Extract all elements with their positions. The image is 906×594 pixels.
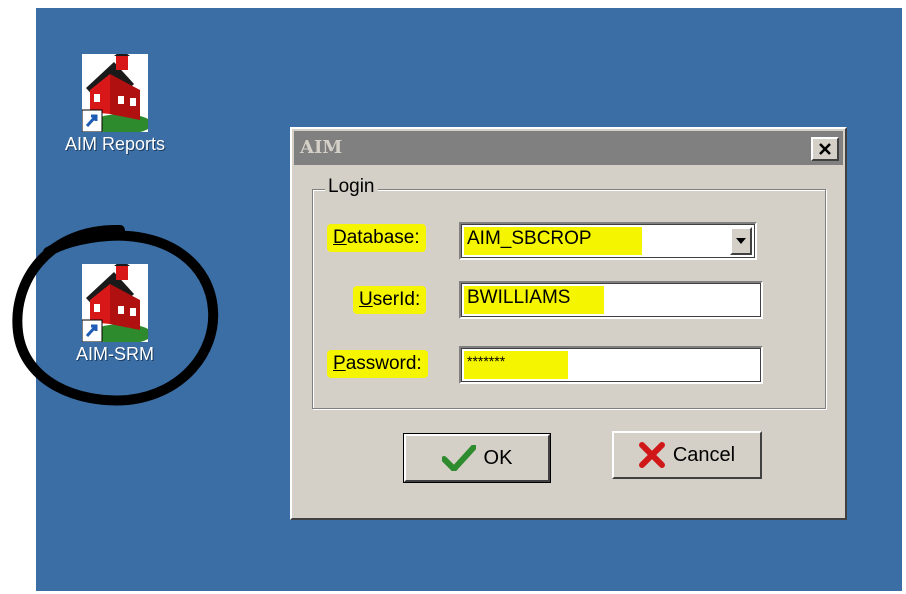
desktop-icon-label: AIM-SRM [76, 344, 154, 364]
checkmark-icon [441, 445, 476, 471]
desktop-icon-aim-srm[interactable]: AIM-SRM [50, 264, 180, 374]
login-groupbox: Login Database: AIM_SBCROP UserId: BWILL… [312, 176, 826, 409]
password-label: Password: [327, 350, 428, 378]
userid-label-text: serId: [372, 289, 421, 310]
dialog-titlebar[interactable]: AIM [294, 131, 843, 165]
cancel-button-label: Cancel [672, 443, 736, 466]
chevron-down-icon [736, 238, 746, 244]
userid-label-accel: U [359, 289, 373, 310]
userid-value: BWILLIAMS [467, 287, 571, 308]
close-button[interactable] [811, 137, 839, 161]
aim-login-dialog: AIM Login Database: AIM_SBCROP UserId: B… [290, 127, 847, 520]
password-input[interactable]: ******* [459, 346, 763, 384]
database-label-text: atabase: [346, 227, 420, 248]
cancel-button[interactable]: Cancel [612, 431, 762, 479]
database-dropdown-button[interactable] [730, 227, 752, 255]
red-x-icon [638, 442, 665, 468]
database-value: AIM_SBCROP [467, 228, 592, 249]
login-group-label: Login [325, 176, 378, 198]
close-icon [819, 143, 831, 155]
desktop-icon-aim-reports[interactable]: AIM Reports [50, 54, 180, 164]
password-label-accel: P [333, 353, 346, 374]
password-label-text: assword: [345, 353, 422, 374]
database-select[interactable]: AIM_SBCROP [459, 222, 757, 260]
database-label-accel: D [333, 227, 347, 248]
userid-label: UserId: [353, 286, 427, 314]
schoolhouse-shortcut-icon [82, 54, 148, 132]
password-value: ******* [467, 353, 506, 369]
userid-input[interactable]: BWILLIAMS [459, 281, 763, 319]
dialog-title: AIM [300, 137, 343, 158]
ok-button-label: OK [483, 446, 513, 469]
database-label: Database: [327, 224, 426, 252]
schoolhouse-shortcut-icon [82, 264, 148, 342]
desktop-icon-label: AIM Reports [64, 134, 166, 154]
ok-button[interactable]: OK [403, 433, 551, 483]
